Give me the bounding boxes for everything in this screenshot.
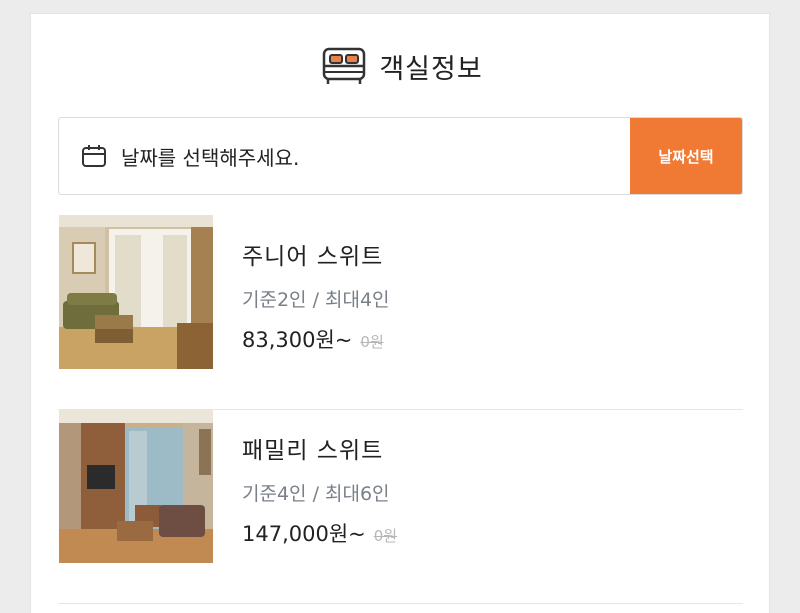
room-capacity: 기준4인 / 최대6인 <box>242 483 390 505</box>
date-selector[interactable]: 날짜를 선택해주세요. 날짜선택 <box>58 117 743 195</box>
room-photo[interactable] <box>59 215 213 369</box>
room-name[interactable]: 주니어 스위트 <box>242 237 390 271</box>
room-details: 주니어 스위트 기준2인 / 최대4인 83,300원~ 0원 <box>242 237 390 354</box>
section-title: 객실정보 <box>379 53 483 85</box>
room-price-row: 147,000원~ 0원 <box>242 518 397 548</box>
room-price-row: 83,300원~ 0원 <box>242 324 390 354</box>
room-info-card: 객실정보 날짜를 선택해주세요. 날짜선택 주니어 스위트 기준2인 / 최대4… <box>30 13 770 613</box>
select-date-button[interactable]: 날짜선택 <box>630 118 742 194</box>
section-header: 객실정보 <box>31 44 771 88</box>
bed-icon <box>319 44 369 88</box>
room-price: 147,000원~ <box>242 522 366 546</box>
room-item[interactable]: 패밀리 스위트 기준4인 / 최대6인 147,000원~ 0원 <box>58 409 743 604</box>
room-original-price: 0원 <box>360 333 384 351</box>
room-price: 83,300원~ <box>242 328 353 352</box>
date-placeholder-text[interactable]: 날짜를 선택해주세요. <box>121 142 630 171</box>
room-original-price: 0원 <box>373 527 398 545</box>
room-details: 패밀리 스위트 기준4인 / 최대6인 147,000원~ 0원 <box>242 431 397 548</box>
room-capacity: 기준2인 / 최대4인 <box>242 289 390 311</box>
calendar-icon <box>79 141 109 171</box>
room-item[interactable]: 주니어 스위트 기준2인 / 최대4인 83,300원~ 0원 <box>58 215 743 410</box>
room-name[interactable]: 패밀리 스위트 <box>242 431 397 465</box>
room-photo[interactable] <box>59 409 213 563</box>
